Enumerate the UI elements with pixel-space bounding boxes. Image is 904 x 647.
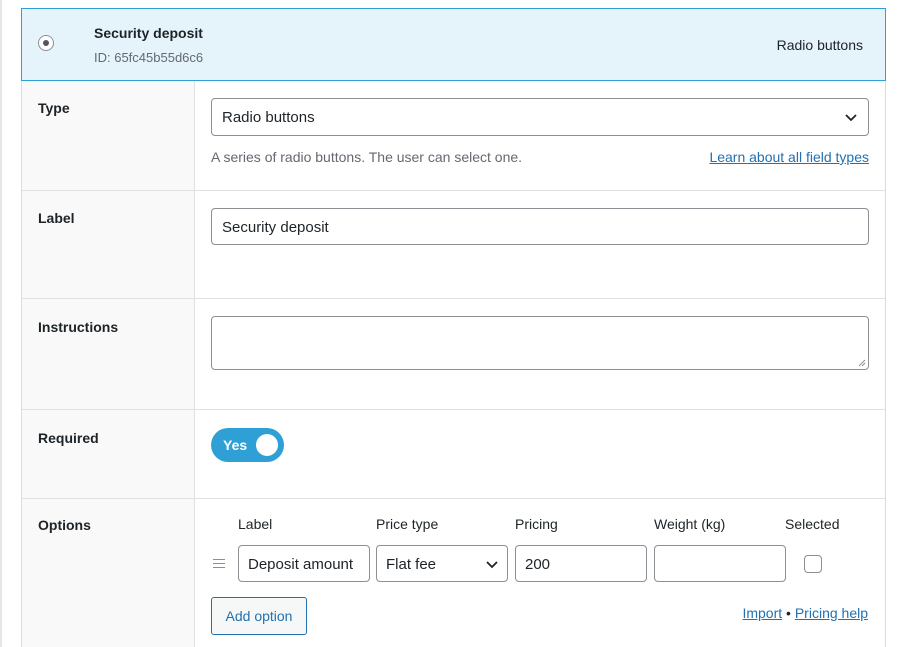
options-links: Import • Pricing help bbox=[742, 605, 868, 621]
options-label: Options bbox=[38, 517, 91, 533]
label-input[interactable]: Security deposit bbox=[211, 208, 869, 245]
options-label-cell: Options bbox=[22, 499, 195, 647]
col-head-selected: Selected bbox=[785, 516, 840, 532]
toggle-knob bbox=[256, 434, 278, 456]
instructions-label: Instructions bbox=[38, 319, 119, 335]
left-frame-edge bbox=[0, 0, 2, 647]
label-label-cell: Label bbox=[22, 191, 195, 298]
instructions-row: Instructions bbox=[22, 299, 885, 410]
option-price-type-select[interactable]: Flat fee bbox=[376, 545, 508, 582]
field-id: ID: 65fc45b55d6c6 bbox=[94, 50, 204, 65]
required-toggle[interactable]: Yes bbox=[211, 428, 284, 462]
col-head-price-type: Price type bbox=[376, 516, 439, 532]
option-pricing-input[interactable]: 200 bbox=[515, 545, 647, 582]
required-label-cell: Required bbox=[22, 410, 195, 498]
type-label: Type bbox=[38, 100, 70, 116]
type-select-value: Radio buttons bbox=[222, 109, 315, 126]
option-pricing-value: 200 bbox=[525, 556, 551, 573]
label-input-value: Security deposit bbox=[222, 219, 329, 236]
add-option-button[interactable]: Add option bbox=[211, 597, 307, 635]
option-label-value: Deposit amount bbox=[248, 556, 354, 573]
field-title: Security deposit bbox=[94, 25, 203, 41]
toggle-yes-text: Yes bbox=[223, 437, 248, 453]
instructions-textarea[interactable] bbox=[211, 316, 869, 370]
import-link[interactable]: Import bbox=[742, 605, 782, 621]
col-head-pricing: Pricing bbox=[515, 516, 558, 532]
field-header[interactable]: Security deposit ID: 65fc45b55d6c6 Radio… bbox=[21, 8, 886, 81]
required-row: Required Yes bbox=[22, 410, 885, 499]
field-type-label: Radio buttons bbox=[776, 37, 863, 53]
radio-dot bbox=[43, 40, 49, 46]
pricing-help-link[interactable]: Pricing help bbox=[795, 605, 868, 621]
option-price-type-value: Flat fee bbox=[386, 556, 437, 573]
field-settings: Type Radio buttons A series of radio but… bbox=[21, 81, 886, 647]
type-select[interactable]: Radio buttons bbox=[211, 98, 869, 136]
label-label: Label bbox=[38, 210, 75, 226]
col-head-weight: Weight (kg) bbox=[654, 516, 726, 532]
col-head-label: Label bbox=[238, 516, 273, 532]
type-row: Type Radio buttons A series of radio but… bbox=[22, 81, 885, 191]
label-row: Label Security deposit bbox=[22, 191, 885, 299]
chevron-down-icon bbox=[845, 114, 857, 122]
option-selected-checkbox[interactable] bbox=[804, 555, 822, 573]
option-label-input[interactable]: Deposit amount bbox=[238, 545, 370, 582]
links-separator: • bbox=[786, 605, 791, 621]
resize-handle-icon[interactable] bbox=[858, 359, 866, 367]
type-label-cell: Type bbox=[22, 81, 195, 190]
radio-buttons-icon bbox=[38, 35, 54, 51]
instructions-label-cell: Instructions bbox=[22, 299, 195, 409]
type-description: A series of radio buttons. The user can … bbox=[211, 149, 523, 165]
learn-field-types-link[interactable]: Learn about all field types bbox=[709, 149, 869, 165]
required-label: Required bbox=[38, 430, 99, 446]
drag-handle-icon[interactable] bbox=[213, 559, 225, 571]
option-weight-input[interactable] bbox=[654, 545, 786, 582]
chevron-down-icon bbox=[486, 561, 498, 569]
